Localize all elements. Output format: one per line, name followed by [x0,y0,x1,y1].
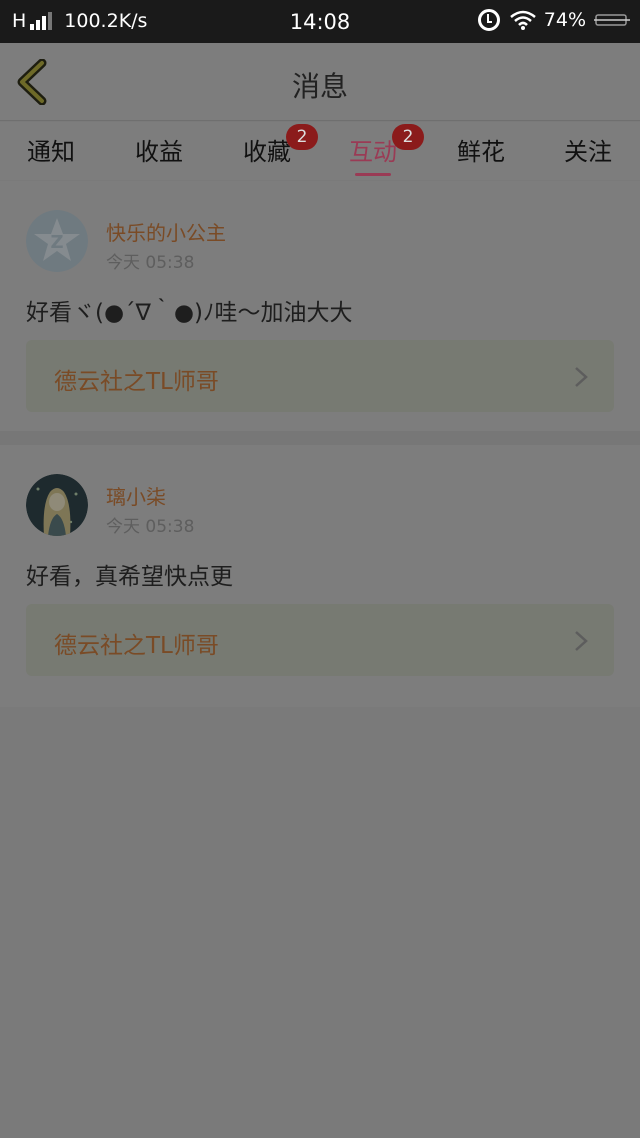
avatar[interactable]: Z [26,210,88,272]
message-card: 璃小柒 今天 05:38 好看，真希望快点更 德云社之TL师哥 [0,445,640,707]
unread-badge: 2 [286,124,318,150]
app-header: 消息 [0,43,640,121]
battery-level: 74% [543,9,586,31]
tab-flowers[interactable]: 鲜花 [426,132,536,167]
alarm-icon [477,9,500,31]
message-card: Z 快乐的小公主 今天 05:38 好看ヾ(●´∇｀●)ﾉ哇～加油大大 德云社之… [0,181,640,431]
tab-label: 收益 [135,138,183,166]
divider [0,431,640,445]
tab-label: 关注 [564,138,612,166]
book-link[interactable]: 德云社之TL师哥 [26,604,614,676]
avatar[interactable] [26,474,88,536]
username[interactable]: 快乐的小公主 [106,217,226,246]
timestamp: 今天 05:38 [106,253,195,273]
comment-text: 好看，真希望快点更 [26,564,233,590]
active-tab-indicator [355,173,391,176]
tab-label: 通知 [27,138,75,166]
tab-notice[interactable]: 通知 [0,132,106,167]
chevron-right-icon [575,631,588,651]
no-charge-icon [594,14,630,26]
tab-favorites[interactable]: 收藏 2 [212,124,322,167]
tab-earnings[interactable]: 收益 [104,132,214,167]
svg-text:Z: Z [50,232,63,253]
tab-label: 互动 [349,138,397,166]
tab-label: 鲜花 [457,138,505,166]
qq-default-avatar: Z [26,210,88,272]
message-list: Z 快乐的小公主 今天 05:38 好看ヾ(●´∇｀●)ﾉ哇～加油大大 德云社之… [0,181,640,707]
comment-text: 好看ヾ(●´∇｀●)ﾉ哇～加油大大 [26,300,353,326]
username[interactable]: 璃小柒 [106,481,166,510]
status-bar: H 100.2K/s 14:08 74% [0,0,640,43]
wifi-icon [509,10,536,30]
anime-girl-avatar [26,474,88,536]
timestamp: 今天 05:38 [106,517,195,537]
chevron-right-icon [575,367,588,387]
unread-badge: 2 [392,124,424,150]
tab-label: 收藏 [243,138,291,166]
status-icons: 74% [477,9,630,31]
book-link[interactable]: 德云社之TL师哥 [26,340,614,412]
page-title: 消息 [291,70,348,103]
tab-follow[interactable]: 关注 [533,132,640,167]
book-title: 德云社之TL师哥 [54,633,219,659]
tab-interaction[interactable]: 互动 2 [318,124,428,167]
message-tabs: 通知 收益 收藏 2 互动 2 鲜花 关注 [0,122,640,180]
book-title: 德云社之TL师哥 [54,369,219,395]
